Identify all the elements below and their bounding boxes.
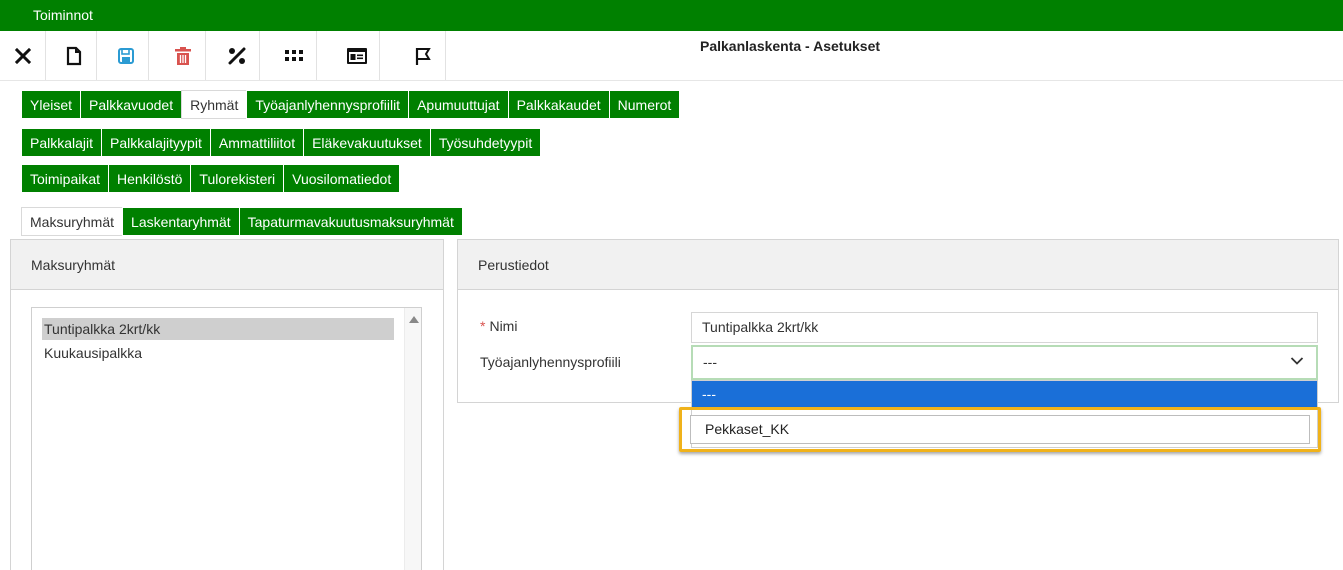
percent-icon <box>228 47 245 64</box>
tab-palkkalajityypit[interactable]: Palkkalajityypit <box>101 128 211 157</box>
profile-select-value: --- <box>703 354 717 370</box>
dropdown-option-focus-ring: Pekkaset_KK <box>679 407 1321 452</box>
list-scrollbar[interactable] <box>404 308 421 570</box>
card-icon <box>346 47 367 64</box>
tab-toimipaikat[interactable]: Toimipaikat <box>21 164 110 193</box>
tab-elakevakuutukset[interactable]: Eläkevakuutukset <box>303 128 431 157</box>
tab-row-3: Toimipaikat Henkilöstö Tulorekisteri Vuo… <box>21 164 401 193</box>
subtab-laskentaryhmat[interactable]: Laskentaryhmät <box>122 207 240 236</box>
dropdown-option-pekkaset[interactable]: Pekkaset_KK <box>690 415 1310 444</box>
right-panel-title: Perustiedot <box>458 240 1338 290</box>
flag-icon <box>415 47 431 65</box>
tab-tyoajanlyhennysprofiilit[interactable]: Työajanlyhennysprofiilit <box>246 90 410 119</box>
tab-vuosilomatiedot[interactable]: Vuosilomatiedot <box>283 164 401 193</box>
app-title-bar: Toiminnot <box>0 0 1343 31</box>
name-label: * Nimi <box>480 318 518 334</box>
subtab-tapaturmavakuutusmaksuryhmat[interactable]: Tapaturmavakuutusmaksuryhmät <box>238 207 463 236</box>
close-button[interactable] <box>0 31 46 80</box>
flag-button[interactable] <box>400 31 446 80</box>
profile-select[interactable]: --- <box>691 345 1318 380</box>
card-button[interactable] <box>334 31 380 80</box>
profile-label: Työajanlyhennysprofiili <box>480 354 621 370</box>
tab-palkkalajit[interactable]: Palkkalajit <box>21 128 103 157</box>
new-document-icon <box>66 46 81 65</box>
toolbar: Palkanlaskenta - Asetukset <box>0 31 1343 81</box>
save-icon <box>117 47 134 64</box>
app-title: Toiminnot <box>33 7 93 23</box>
name-input[interactable]: Tuntipalkka 2krt/kk <box>691 312 1318 343</box>
tab-ammattiliitot[interactable]: Ammattiliitot <box>209 128 305 157</box>
grid-icon <box>284 49 303 61</box>
scroll-up-icon[interactable] <box>409 316 419 323</box>
left-panel-title: Maksuryhmät <box>11 240 443 290</box>
maksuryhmat-list[interactable]: Tuntipalkka 2krt/kk Kuukausipalkka <box>31 307 422 570</box>
delete-icon <box>174 46 191 65</box>
tab-palkkavuodet[interactable]: Palkkavuodet <box>80 90 183 119</box>
subtab-row: Maksuryhmät Laskentaryhmät Tapaturmavaku… <box>21 207 463 236</box>
list-item[interactable]: Tuntipalkka 2krt/kk <box>42 318 394 340</box>
tab-numerot[interactable]: Numerot <box>608 90 681 119</box>
subtab-maksuryhmat[interactable]: Maksuryhmät <box>21 207 124 236</box>
save-button[interactable] <box>103 31 149 80</box>
tab-palkkakaudet[interactable]: Palkkakaudet <box>507 90 610 119</box>
list-item[interactable]: Kuukausipalkka <box>42 342 394 364</box>
tab-apumuuttujat[interactable]: Apumuuttujat <box>408 90 509 119</box>
tab-tyosuhdetyypit[interactable]: Työsuhdetyypit <box>429 128 542 157</box>
close-icon <box>14 47 31 64</box>
delete-button[interactable] <box>160 31 206 80</box>
required-marker: * <box>480 318 486 334</box>
tab-henkilosto[interactable]: Henkilöstö <box>108 164 192 193</box>
tab-row-1: Yleiset Palkkavuodet Ryhmät Työajanlyhen… <box>21 90 681 119</box>
chevron-down-icon <box>1290 357 1304 365</box>
dropdown-option-empty[interactable]: --- <box>692 381 1317 407</box>
grid-button[interactable] <box>271 31 317 80</box>
tab-ryhmat[interactable]: Ryhmät <box>181 90 248 119</box>
new-document-button[interactable] <box>51 31 97 80</box>
tab-tulorekisteri[interactable]: Tulorekisteri <box>190 164 285 193</box>
percent-button[interactable] <box>214 31 260 80</box>
tab-yleiset[interactable]: Yleiset <box>21 90 82 119</box>
page-title: Palkanlaskenta - Asetukset <box>700 38 881 54</box>
tab-row-2: Palkkalajit Palkkalajityypit Ammattiliit… <box>21 128 542 157</box>
